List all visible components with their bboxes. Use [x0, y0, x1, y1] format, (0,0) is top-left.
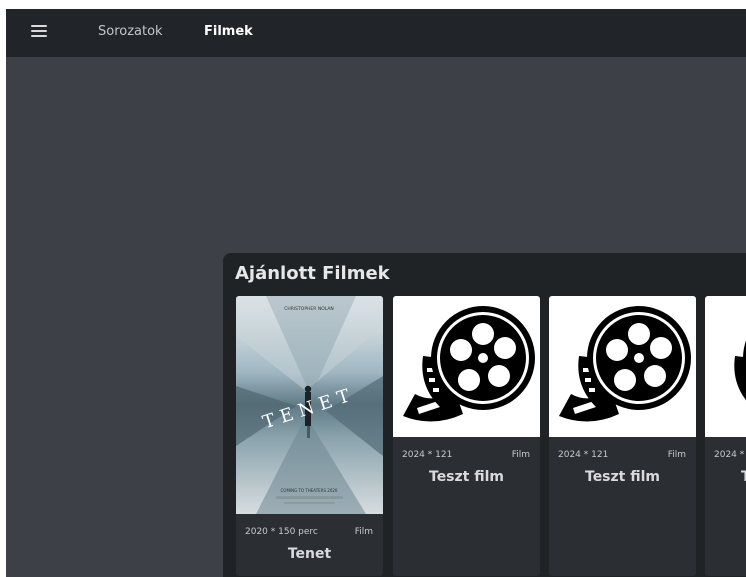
poster-director: CHRISTOPHER NOLAN [284, 306, 334, 312]
movie-poster: CHRISTOPHER NOLAN TENET COMING TO THEATE… [236, 296, 383, 514]
featured-movies-panel: Ajánlott Filmek CHRISTOPHER NOLAN TENET … [223, 253, 746, 577]
movie-type: Film [511, 450, 530, 460]
movie-year-duration: 2020 * 150 perc [245, 527, 318, 537]
movie-title: Teszt film [429, 469, 504, 485]
film-reel-icon [393, 296, 540, 437]
poster-tagline: COMING TO THEATERS 2020 [281, 488, 338, 493]
movie-card-tenet[interactable]: CHRISTOPHER NOLAN TENET COMING TO THEATE… [236, 296, 383, 576]
movie-card[interactable]: 2024 * 121 Film Teszt film [393, 296, 540, 576]
film-reel-icon [549, 296, 696, 437]
movie-year-duration: 2024 * 121 [714, 450, 746, 460]
film-reel-icon [705, 296, 746, 437]
movie-title: Teszt film [741, 469, 746, 485]
movie-card[interactable]: 2024 * 121 Film Teszt film [549, 296, 696, 576]
nav-link-filmek[interactable]: Filmek [204, 24, 253, 39]
top-navbar: Sorozatok Filmek [6, 9, 746, 57]
hamburger-menu-icon[interactable] [31, 25, 47, 38]
movie-card[interactable]: 2024 * 121 Film Teszt film [705, 296, 746, 576]
app-frame: Sorozatok Filmek Ajánlott Filmek CHRISTO… [6, 9, 746, 577]
section-title: Ajánlott Filmek [235, 263, 390, 284]
movie-title: Tenet [287, 546, 332, 562]
movie-type: Film [667, 450, 686, 460]
movie-year-duration: 2024 * 121 [402, 450, 453, 460]
nav-link-sorozatok[interactable]: Sorozatok [98, 24, 163, 39]
movie-type: Film [354, 527, 373, 537]
movie-year-duration: 2024 * 121 [558, 450, 609, 460]
movie-title: Teszt film [585, 469, 660, 485]
